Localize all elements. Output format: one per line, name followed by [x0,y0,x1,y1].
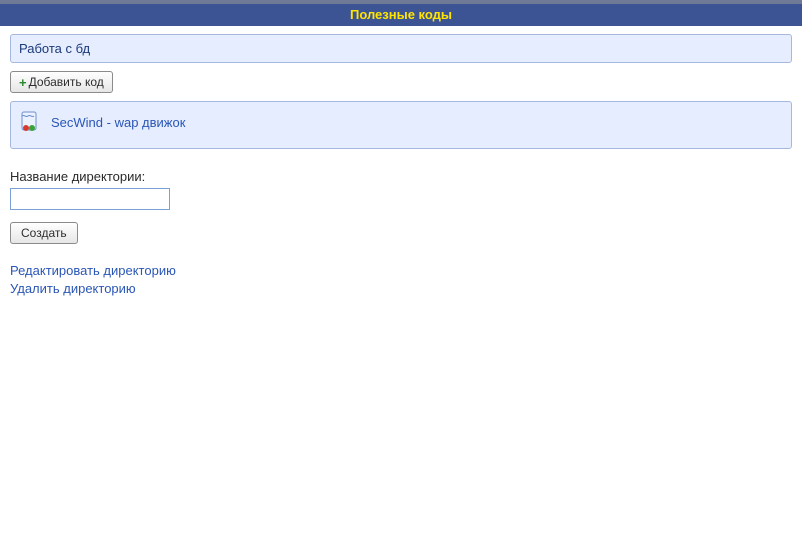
edit-dir-link[interactable]: Редактировать директорию [10,262,792,280]
page-title: Полезные коды [350,7,452,22]
add-code-button[interactable]: + Добавить код [10,71,113,93]
add-code-button-label: Добавить код [29,75,104,89]
script-icon [19,110,43,134]
page-header: Полезные коды [0,4,802,26]
plus-icon: + [19,76,27,89]
dir-name-label: Название директории: [10,169,792,184]
create-button[interactable]: Создать [10,222,78,244]
main-content: Работа с бд + Добавить код SecWind - wap… [0,26,802,306]
dir-name-input[interactable] [10,188,170,210]
delete-dir-link[interactable]: Удалить директорию [10,280,792,298]
breadcrumb-text: Работа с бд [19,41,90,56]
code-entry: SecWind - wap движок [10,101,792,149]
code-entry-link[interactable]: SecWind - wap движок [51,115,185,130]
breadcrumb: Работа с бд [10,34,792,63]
create-dir-form: Название директории: Создать [10,169,792,262]
dir-action-links: Редактировать директорию Удалить директо… [10,262,792,298]
